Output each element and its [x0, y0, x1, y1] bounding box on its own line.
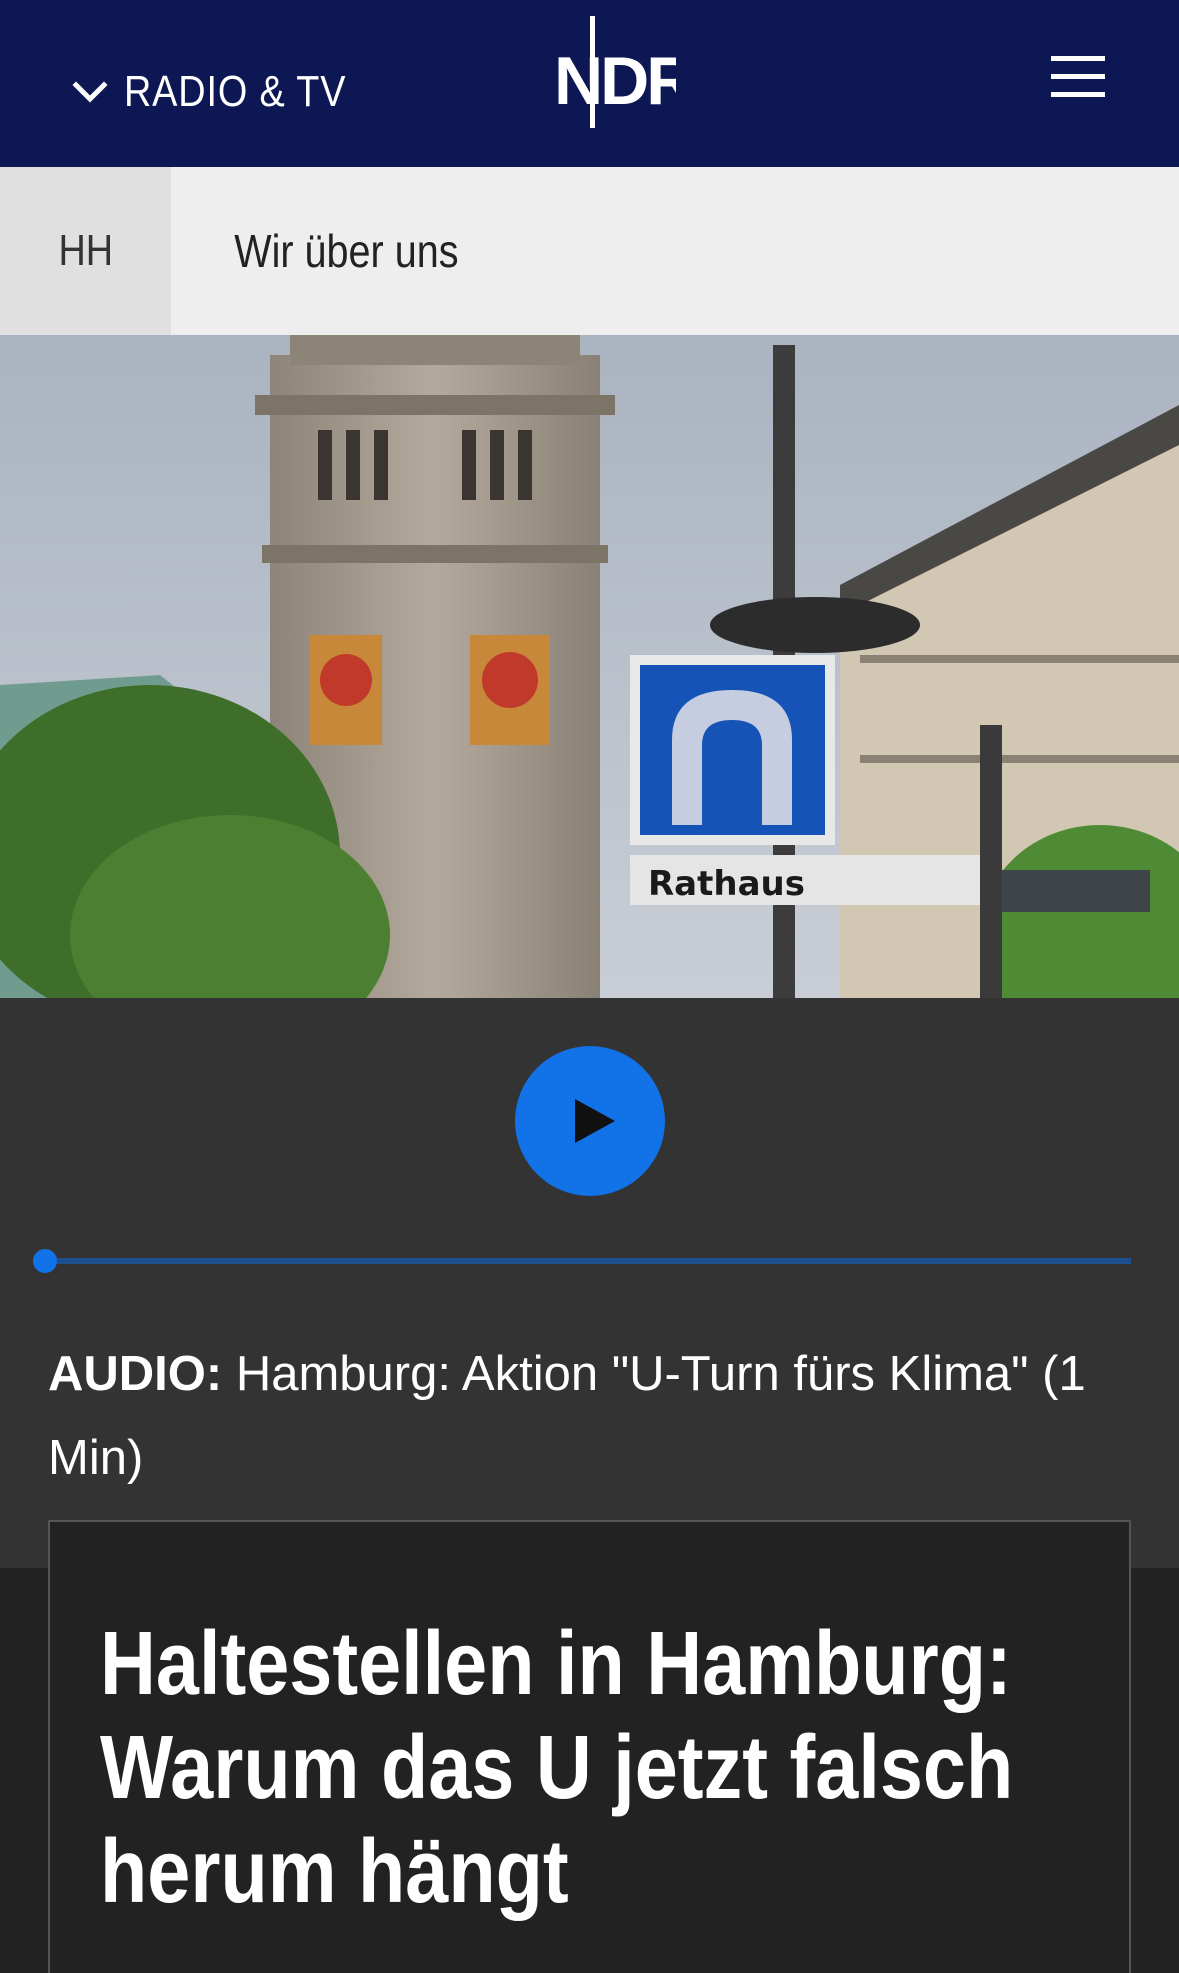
audio-prefix: AUDIO: [48, 1347, 223, 1401]
audio-caption: AUDIO: Hamburg: Aktion "U-Turn fürs Klim… [48, 1332, 1148, 1500]
article-card: Haltestellen in Hamburg: Warum das U jet… [48, 1520, 1131, 1973]
play-icon [575, 1099, 615, 1143]
radio-tv-dropdown[interactable]: RADIO & TV [70, 62, 383, 122]
play-button[interactable] [515, 1046, 665, 1196]
radio-tv-label: RADIO & TV [124, 67, 347, 116]
audio-progress-bar[interactable] [44, 1258, 1131, 1264]
hamburger-menu-icon[interactable] [1050, 52, 1106, 102]
hamburg-rathaus-photo: Rathaus [0, 335, 1179, 998]
article-headline: Haltestellen in Hamburg: Warum das U jet… [100, 1614, 1014, 1922]
nav-link-label: Wir über uns [234, 225, 459, 277]
nav-link-wir-ueber-uns[interactable]: Wir über uns [216, 167, 477, 335]
hero-image: Rathaus [0, 335, 1179, 998]
chevron-down-icon [72, 81, 108, 103]
region-tab-hh[interactable]: HH [0, 167, 171, 335]
region-label: HH [58, 226, 113, 275]
svg-text:NDR: NDR [554, 43, 676, 119]
top-navigation-bar: RADIO & TV NDR [0, 0, 1179, 167]
audio-player: AUDIO: Hamburg: Aktion "U-Turn fürs Klim… [0, 998, 1179, 1568]
sub-navigation: HH Wir über uns [0, 167, 1179, 335]
svg-text:Rathaus: Rathaus [648, 864, 805, 904]
audio-progress-handle[interactable] [33, 1249, 57, 1273]
ndr-logo[interactable]: NDR [550, 16, 676, 128]
